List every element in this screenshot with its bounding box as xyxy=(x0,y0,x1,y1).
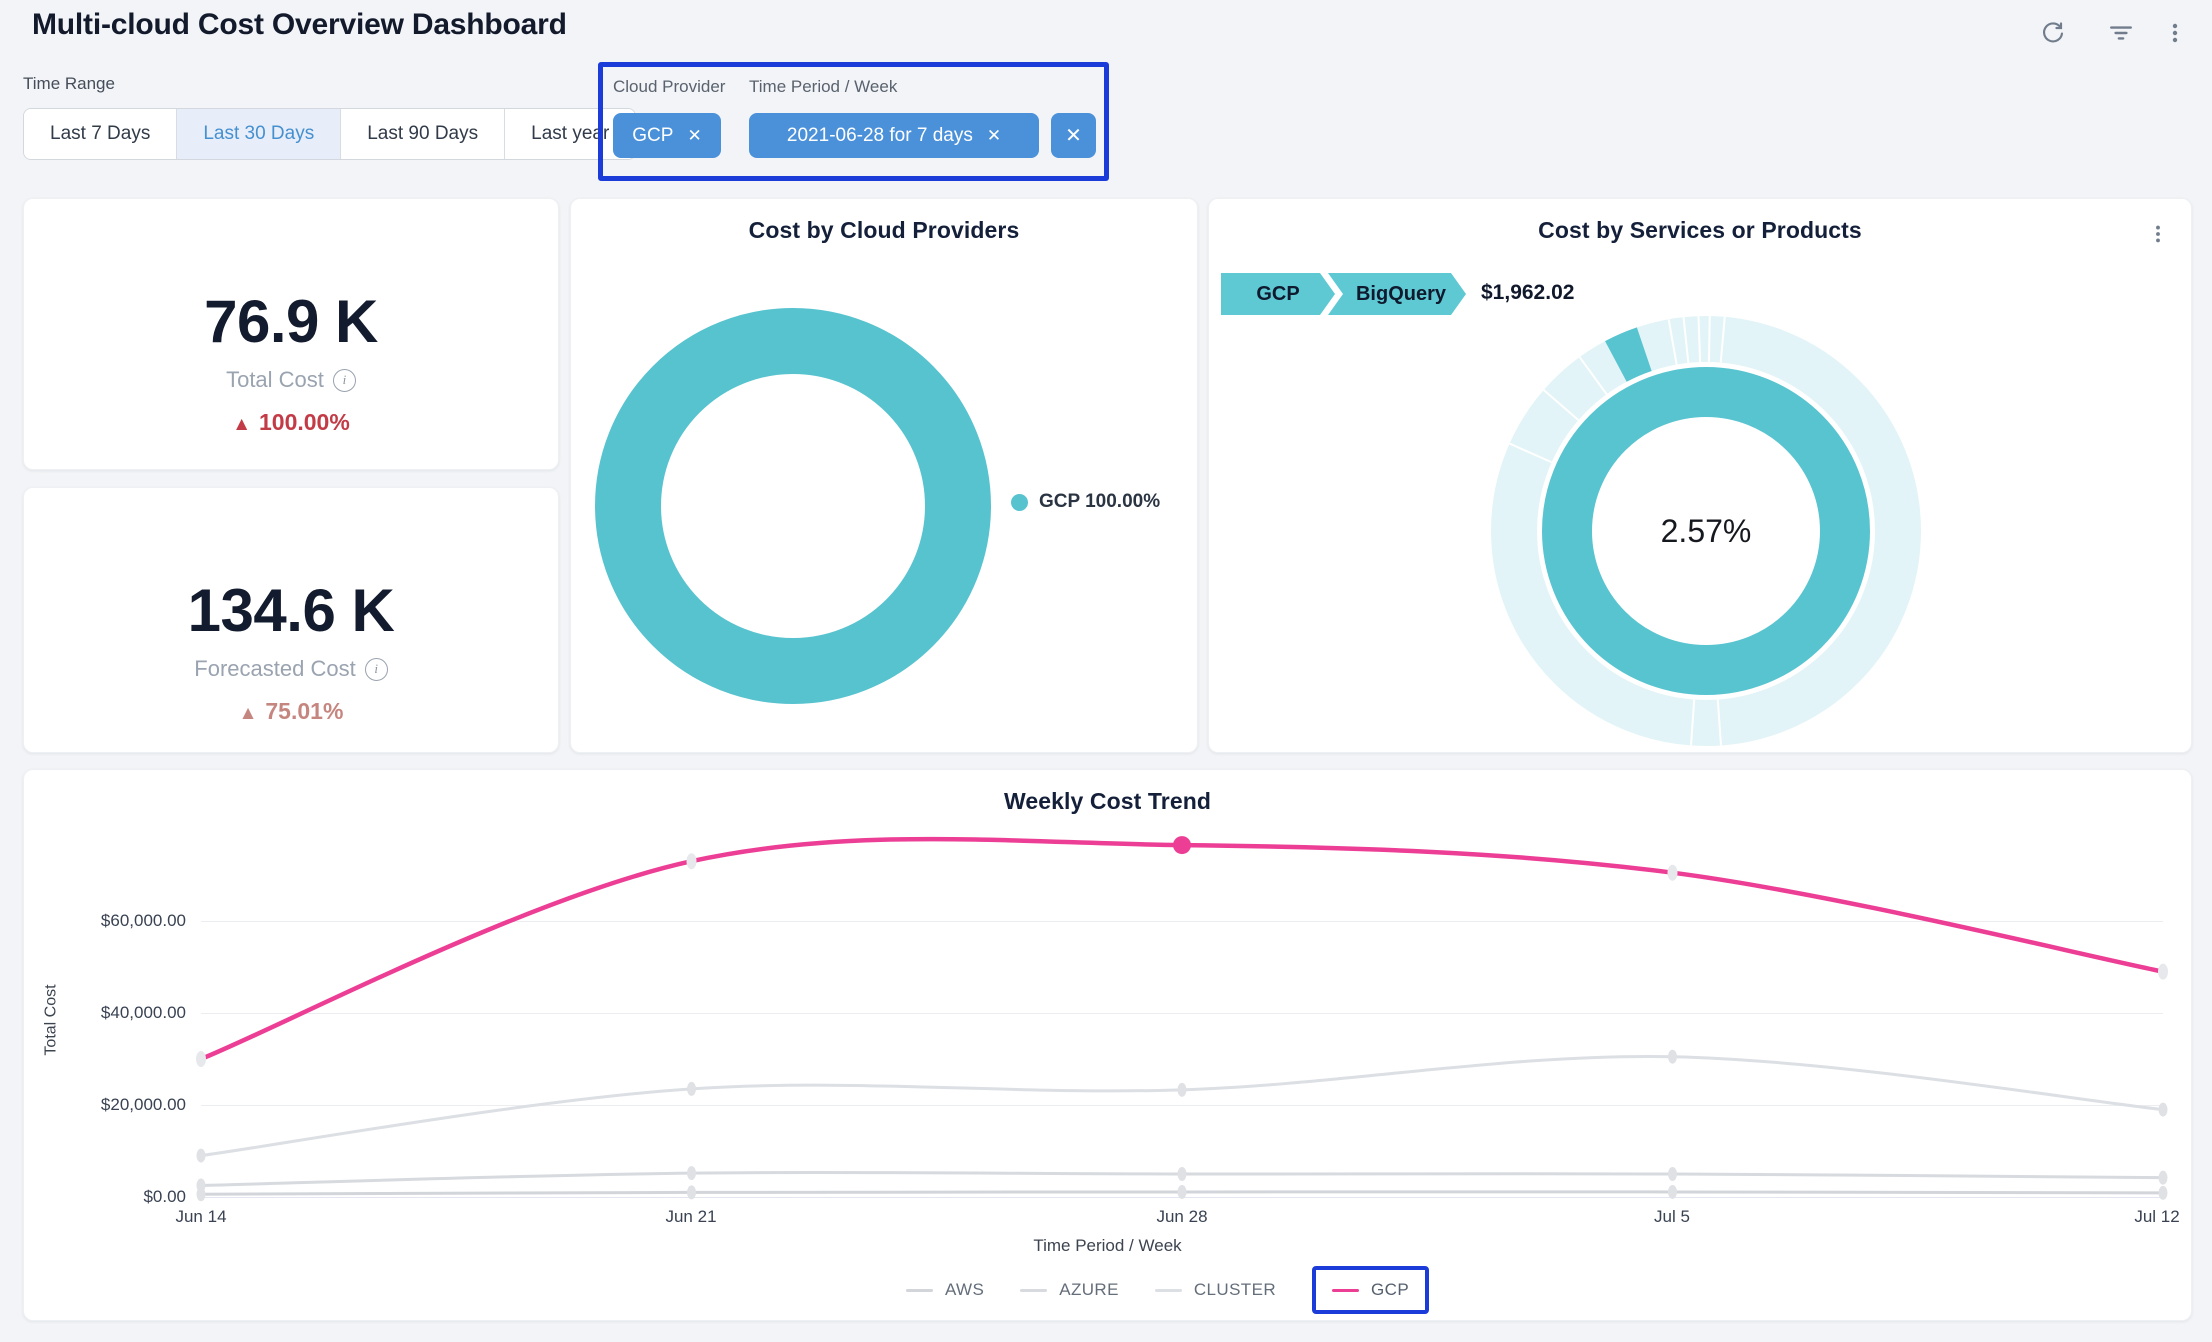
kpi-card-forecasted-cost: 134.6 K Forecasted Cost i ▲75.01% xyxy=(23,487,559,753)
cost-by-services-card: Cost by Services or Products GCP BigQuer… xyxy=(1208,198,2192,753)
filter-group-label: Time Period / Week xyxy=(749,77,897,97)
data-point xyxy=(687,1185,696,1199)
triangle-up-icon: ▲ xyxy=(239,703,258,724)
refresh-icon[interactable] xyxy=(2036,16,2070,50)
legend-dash xyxy=(1332,1289,1359,1292)
filter-chip-gcp[interactable]: GCP ✕ xyxy=(613,113,721,158)
data-point xyxy=(2159,1171,2168,1185)
x-tick: Jun 21 xyxy=(665,1207,716,1227)
selected-slice-value: $1,962.02 xyxy=(1481,281,1574,305)
data-point xyxy=(2159,1186,2168,1200)
close-icon[interactable]: ✕ xyxy=(987,127,1001,144)
dashboard: Multi-cloud Cost Overview Dashboard Time… xyxy=(0,0,2212,1342)
filter-chip-time-period[interactable]: 2021-06-28 for 7 days ✕ xyxy=(749,113,1039,158)
page-title: Multi-cloud Cost Overview Dashboard xyxy=(32,8,567,42)
x-tick: Jun 14 xyxy=(175,1207,226,1227)
data-point xyxy=(687,1166,696,1180)
data-point xyxy=(687,853,697,869)
clear-filters-button[interactable]: ✕ xyxy=(1051,113,1096,158)
legend-dot xyxy=(1011,494,1028,511)
close-icon[interactable]: ✕ xyxy=(687,127,701,144)
legend-dash xyxy=(906,1289,933,1292)
total-cost-delta: ▲100.00% xyxy=(24,409,558,436)
data-point xyxy=(1668,865,1678,881)
breadcrumb-gcp[interactable]: GCP xyxy=(1221,273,1335,315)
close-icon: ✕ xyxy=(1065,126,1082,146)
data-point xyxy=(2159,1103,2168,1117)
donut-legend[interactable]: GCP 100.00% xyxy=(1011,491,1160,513)
legend-dash xyxy=(1020,1289,1047,1292)
x-tick: Jun 28 xyxy=(1156,1207,1207,1227)
x-tick: Jul 5 xyxy=(1654,1207,1690,1227)
forecasted-cost-value: 134.6 K xyxy=(24,576,558,645)
chart-title: Cost by Services or Products xyxy=(1209,217,2191,244)
kebab-menu-icon[interactable] xyxy=(2141,217,2175,251)
center-percentage: 2.57% xyxy=(1486,311,1926,751)
trend-legend: AWS AZURE CLUSTER GCP xyxy=(24,1266,2191,1314)
x-tick: Jul 12 xyxy=(2134,1207,2179,1227)
total-cost-value: 76.9 K xyxy=(24,287,558,356)
data-point xyxy=(1173,836,1191,854)
time-range-last-30-days[interactable]: Last 30 Days xyxy=(176,109,340,159)
legend-item-gcp-highlighted[interactable]: GCP xyxy=(1312,1266,1429,1314)
filter-group-label: Cloud Provider xyxy=(613,77,725,97)
weekly-cost-trend-card: Weekly Cost Trend Total Cost $0.00 $20,0… xyxy=(23,769,2192,1321)
data-point xyxy=(1178,1185,1187,1199)
legend-item-azure[interactable]: AZURE xyxy=(1020,1280,1119,1300)
triangle-up-icon: ▲ xyxy=(232,414,251,435)
data-point xyxy=(1668,1185,1677,1199)
data-point xyxy=(2158,964,2168,980)
time-range-last-7-days[interactable]: Last 7 Days xyxy=(24,109,176,159)
kpi-card-total-cost: 76.9 K Total Cost i ▲100.00% xyxy=(23,198,559,470)
data-point xyxy=(1668,1050,1677,1064)
cost-by-cloud-providers-card: Cost by Cloud Providers GCP 100.00% xyxy=(570,198,1198,753)
forecasted-cost-delta: ▲75.01% xyxy=(24,698,558,725)
info-icon[interactable]: i xyxy=(333,369,356,392)
cloud-providers-donut-chart[interactable] xyxy=(593,306,993,706)
x-axis-label: Time Period / Week xyxy=(24,1236,2191,1256)
data-point xyxy=(1178,1167,1187,1181)
filter-icon[interactable] xyxy=(2104,16,2138,50)
time-range-label: Time Range xyxy=(23,74,115,94)
data-point xyxy=(197,1179,206,1193)
legend-dash xyxy=(1155,1289,1182,1292)
legend-item-cluster[interactable]: CLUSTER xyxy=(1155,1280,1276,1300)
applied-filters-highlight-box: Cloud Provider Time Period / Week GCP ✕ … xyxy=(598,62,1109,181)
breadcrumb-bigquery[interactable]: BigQuery xyxy=(1328,273,1466,315)
data-point xyxy=(687,1082,696,1096)
data-point xyxy=(1668,1167,1677,1181)
legend-item-aws[interactable]: AWS xyxy=(906,1280,984,1300)
time-range-last-90-days[interactable]: Last 90 Days xyxy=(340,109,504,159)
line-gcp xyxy=(201,839,2163,1059)
total-cost-label: Total Cost i xyxy=(24,367,558,393)
data-point xyxy=(1178,1083,1187,1097)
data-point xyxy=(197,1149,206,1163)
line-cluster xyxy=(201,1056,2163,1155)
legend-label: GCP 100.00% xyxy=(1039,491,1160,513)
forecasted-cost-label: Forecasted Cost i xyxy=(24,656,558,682)
kebab-menu-icon[interactable] xyxy=(2158,16,2192,50)
info-icon[interactable]: i xyxy=(365,658,388,681)
time-range-segmented-control: Last 7 Days Last 30 Days Last 90 Days La… xyxy=(23,108,636,160)
data-point xyxy=(196,1051,206,1067)
chart-title: Cost by Cloud Providers xyxy=(571,217,1197,244)
